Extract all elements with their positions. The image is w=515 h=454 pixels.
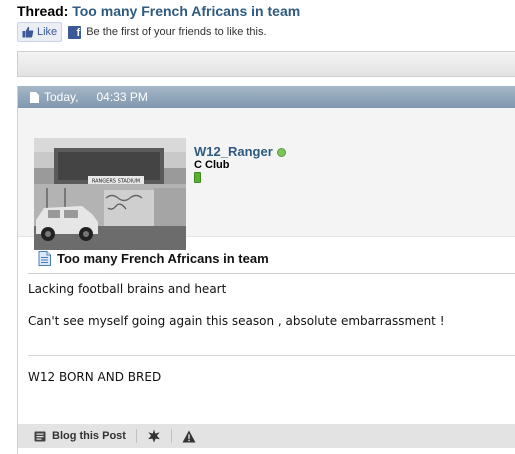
facebook-like-button[interactable]: Like xyxy=(17,22,63,42)
facebook-like-bar: Like f Be the first of your friends to l… xyxy=(17,22,267,42)
like-label: Like xyxy=(37,26,58,38)
post-icon xyxy=(38,251,51,266)
username-link[interactable]: W12_Ranger xyxy=(194,144,273,159)
thread-toolbar xyxy=(17,51,515,77)
title-divider xyxy=(28,273,515,274)
thread-prefix: Thread: xyxy=(17,3,69,19)
signature-divider xyxy=(28,355,515,356)
post-title: Too many French Africans in team xyxy=(38,251,269,266)
post-body-line: Lacking football brains and heart xyxy=(28,282,227,296)
thumbs-up-icon xyxy=(22,26,34,38)
online-status-icon xyxy=(276,148,286,158)
username-line: W12_Ranger xyxy=(194,144,286,159)
user-avatar[interactable]: RANGERS STADIUM xyxy=(34,138,186,250)
user-info-panel: RANGERS STADIUM W12_Ranger C Club xyxy=(18,108,515,250)
post-title-text: Too many French Africans in team xyxy=(57,251,269,266)
warning-icon[interactable] xyxy=(182,430,196,443)
post-signature: W12 BORN AND BRED xyxy=(28,370,162,384)
user-title: C Club xyxy=(194,159,230,171)
facebook-logo-icon: f xyxy=(68,25,82,39)
post-content: Lacking football brains and heart Can't … xyxy=(28,281,508,329)
post-date: Today, xyxy=(44,90,79,104)
thread-title-link[interactable]: Too many French Africans in team xyxy=(72,3,300,19)
blog-icon xyxy=(34,431,46,441)
reputation-bar-icon xyxy=(194,172,201,183)
avatar-sign-text: RANGERS STADIUM xyxy=(92,179,140,185)
thread-heading: Thread: Too many French Africans in team xyxy=(17,3,300,19)
post-body-line: Can't see myself going again this season… xyxy=(28,314,445,328)
blog-this-post-button[interactable]: Blog this Post xyxy=(34,430,126,442)
star-icon[interactable] xyxy=(147,429,161,443)
post-container: Today, 04:33 PM RANGERS STADIUM W12_Rang… xyxy=(17,86,515,454)
footer-divider xyxy=(170,429,172,443)
post-footer: Blog this Post xyxy=(18,424,515,448)
blog-this-post-label: Blog this Post xyxy=(52,430,126,442)
post-header: Today, 04:33 PM xyxy=(18,86,515,108)
facebook-social-text: Be the first of your friends to like thi… xyxy=(86,26,267,38)
post-time: 04:33 PM xyxy=(96,90,148,104)
footer-divider xyxy=(135,429,137,443)
post-document-icon xyxy=(30,91,39,103)
